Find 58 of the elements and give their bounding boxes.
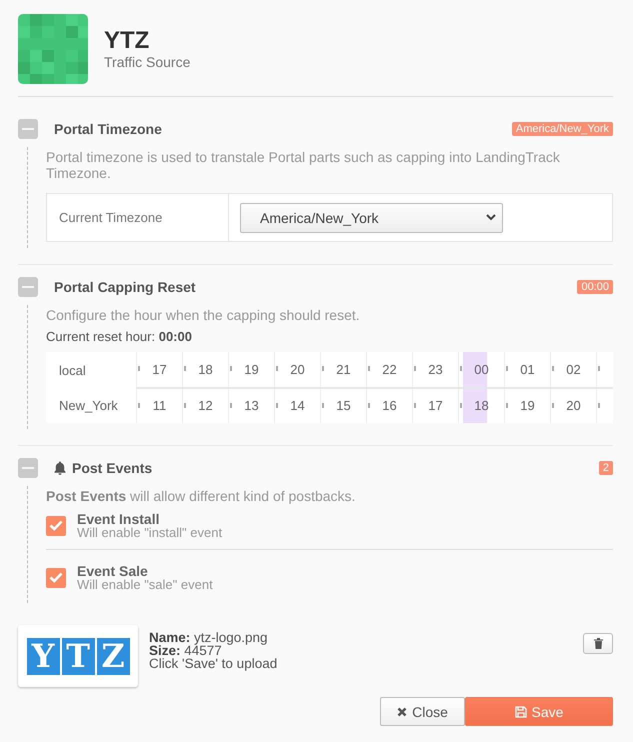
logo-letter: T — [62, 638, 94, 674]
section-badge: 2 — [598, 461, 613, 475]
timezone-select[interactable]: America/New_York — [240, 202, 503, 232]
file-name: Name: ytz-logo.png — [149, 631, 269, 644]
hour-cell[interactable]: 17 — [137, 352, 183, 386]
file-size: Size: 44577 — [149, 644, 222, 657]
bell-icon — [54, 461, 66, 475]
logo-letter: Y — [26, 638, 60, 674]
hour-cell[interactable]: 20 — [275, 352, 321, 386]
row-label: local — [58, 362, 87, 380]
logo-letter: Z — [96, 638, 130, 674]
floppy-icon — [514, 706, 527, 718]
hour-cell[interactable]: 16 — [367, 388, 413, 423]
section-title: Post Events — [72, 460, 152, 476]
section-title: Portal Capping Reset — [54, 279, 196, 295]
checkbox[interactable] — [46, 516, 66, 536]
hour-cell[interactable]: 20 — [551, 388, 597, 423]
hour-cell[interactable]: 21 — [321, 352, 367, 386]
current-reset-hour: Current reset hour: 00:00 — [46, 329, 193, 344]
delete-button[interactable] — [583, 633, 613, 654]
event-description: Will enable "sale" event — [77, 578, 213, 591]
upload-hint: Click 'Save' to upload — [149, 657, 278, 670]
hour-cell[interactable]: 15 — [321, 388, 367, 423]
collapse-toggle[interactable] — [18, 277, 38, 297]
close-button[interactable]: Close — [380, 697, 465, 726]
chevron-icon — [486, 214, 496, 221]
hour-cell[interactable]: 19 — [229, 352, 275, 386]
source-title: YTZ — [104, 28, 150, 54]
event-title: Event Sale — [77, 564, 149, 578]
section-description: Post Events will allow different kind of postbacks. — [46, 487, 356, 504]
checkbox[interactable] — [46, 568, 66, 588]
section-badge: America/New_York — [512, 122, 613, 136]
collapse-toggle[interactable] — [18, 458, 38, 478]
hour-cell[interactable]: 01 — [505, 352, 551, 386]
hour-cell[interactable]: 18 — [459, 388, 505, 423]
hour-cell[interactable]: 22 — [367, 352, 413, 386]
hour-cell[interactable]: 11 — [137, 388, 183, 423]
hour-cell[interactable]: 12 — [183, 388, 229, 423]
hour-cell[interactable]: 18 — [183, 352, 229, 386]
hour-cell[interactable]: 02 — [551, 352, 597, 386]
field-label: Current Timezone — [47, 194, 229, 241]
row-label: New_York — [58, 397, 119, 416]
section-description: Portal timezone is used to transtale Portal parts such as capping into LandingTrack Timezone. — [46, 148, 561, 181]
trash-icon — [594, 638, 602, 649]
hour-cell[interactable]: 00 — [459, 352, 505, 386]
hour-cell[interactable]: 13 — [229, 388, 275, 423]
check-icon — [49, 572, 63, 583]
section-badge: 00:00 — [577, 280, 613, 294]
hour-cell[interactable]: 14 — [275, 388, 321, 423]
event-description: Will enable "install" event — [77, 526, 222, 539]
source-subtitle: Traffic Source — [104, 54, 190, 70]
section-title: Portal Timezone — [54, 121, 162, 137]
hour-cell[interactable]: 19 — [505, 388, 551, 423]
close-icon — [397, 706, 408, 716]
collapse-toggle[interactable] — [18, 119, 38, 139]
check-icon — [49, 520, 63, 531]
event-title: Event Install — [77, 512, 160, 526]
section-description: Configure the hour when the capping should reset. — [46, 306, 361, 323]
